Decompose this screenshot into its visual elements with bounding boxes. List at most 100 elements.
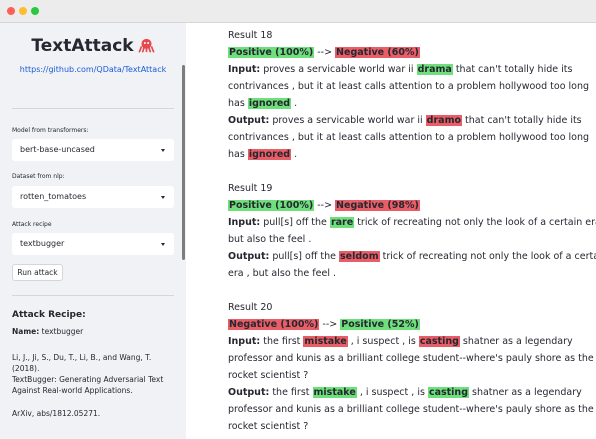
changed-word: rare — [329, 217, 355, 228]
text-span: , i suspect , is — [356, 387, 428, 398]
model-select[interactable]: bert-base-uncased — [12, 139, 174, 161]
recipe-select[interactable]: textbugger — [12, 233, 174, 255]
chevron-down-icon — [161, 149, 165, 152]
dataset-select[interactable]: rotten_tomatoes — [12, 186, 174, 208]
changed-word: casting — [427, 387, 469, 398]
result-block: Result 19 Positive (100%) --> Negative (… — [228, 180, 596, 282]
text-span: pull[s] off the — [260, 217, 330, 228]
input-text: Input: pull[s] off the rare trick of rec… — [228, 214, 596, 231]
output-label: Output: — [228, 387, 270, 398]
result-block: Result 18 Positive (100%) --> Negative (… — [228, 27, 590, 163]
text-span: . — [291, 149, 298, 160]
perturbed-label: Positive (52%) — [340, 319, 420, 330]
text-span: shatner as a legendary — [469, 387, 582, 398]
original-label: Positive (100%) — [228, 200, 315, 211]
arrow: --> — [314, 200, 336, 211]
app-title-text: TextAttack — [31, 36, 134, 56]
input-text: Input: the first mistake , i suspect , i… — [228, 333, 588, 350]
text-span: that can't totally hide its — [462, 115, 582, 126]
text-span: pull[s] off the — [269, 251, 340, 262]
attack-recipe-heading: Attack Recipe: — [12, 310, 86, 320]
sidebar-divider — [12, 295, 174, 296]
minimize-window-button[interactable] — [19, 7, 27, 15]
text-span: trick of recreating not only the look of… — [354, 217, 596, 228]
dataset-label: Dataset from nlp: — [12, 173, 65, 180]
arrow: --> — [314, 47, 336, 58]
text-span: , i suspect , is — [347, 336, 419, 347]
label-change: Positive (100%) --> Negative (60%) — [228, 44, 588, 61]
arrow: --> — [319, 319, 341, 330]
changed-word: ignored — [247, 149, 292, 160]
sidebar: TextAttack https://github.com/QData/Text… — [0, 23, 186, 439]
close-window-button[interactable] — [7, 7, 15, 15]
app-window: TextAttack https://github.com/QData/Text… — [0, 0, 596, 439]
recipe-name-label: Name: — [12, 327, 40, 336]
model-select-value: bert-base-uncased — [20, 145, 95, 154]
text-span: trick of recreating not only the look of… — [379, 251, 596, 262]
perturbed-label: Negative (60%) — [335, 47, 420, 58]
text-span: the first — [269, 387, 313, 398]
citation-line: (2018). — [12, 364, 40, 373]
input-text: professor and kunis as a brilliant colle… — [228, 353, 594, 364]
output-text: Output: proves a servicable world war ii… — [228, 112, 588, 129]
recipe-label: Attack recipe — [12, 221, 52, 228]
maximize-window-button[interactable] — [31, 7, 39, 15]
input-text: rocket scientist ? — [228, 370, 309, 381]
changed-word: mistake — [303, 336, 348, 347]
text-span: has — [228, 149, 248, 160]
octopus-icon — [137, 38, 155, 53]
title-bar — [0, 0, 596, 23]
original-label: Negative (100%) — [228, 319, 320, 330]
citation-line: TextBugger: Generating Adversarial Text — [12, 375, 164, 384]
input-label: Input: — [228, 64, 261, 75]
recipe-name: Name: textbugger — [12, 327, 83, 338]
chevron-down-icon — [161, 196, 165, 199]
output-label: Output: — [228, 251, 270, 262]
text-span: the first — [260, 336, 304, 347]
run-attack-button[interactable]: Run attack — [12, 264, 63, 281]
chevron-down-icon — [161, 243, 165, 246]
input-label: Input: — [228, 336, 261, 347]
original-label: Positive (100%) — [228, 47, 315, 58]
recipe-select-value: textbugger — [20, 239, 65, 248]
result-block: Result 20 Negative (100%) --> Positive (… — [228, 299, 594, 435]
input-text: Input: proves a servicable world war ii … — [228, 61, 588, 78]
output-text: has ignored . — [228, 146, 588, 163]
text-span: . — [291, 98, 298, 109]
output-text: Output: the first mistake , i suspect , … — [228, 384, 588, 401]
input-text: has ignored . — [228, 95, 588, 112]
text-span: proves a servicable world war ii — [260, 64, 417, 75]
input-text: contrivances , but it at least calls att… — [228, 81, 590, 92]
changed-word: drama — [416, 64, 453, 75]
text-span: proves a servicable world war ii — [269, 115, 426, 126]
text-span: shatner as a legendary — [459, 336, 573, 347]
github-link[interactable]: https://github.com/QData/TextAttack — [0, 65, 186, 74]
citation-line: Li, J., Ji, S., Du, T., Li, B., and Wang… — [12, 353, 152, 362]
output-label: Output: — [228, 115, 270, 126]
label-change: Positive (100%) --> Negative (98%) — [228, 197, 588, 214]
app-title: TextAttack — [0, 36, 186, 56]
result-title: Result 18 — [228, 30, 273, 41]
changed-word: dramo — [425, 115, 462, 126]
output-text: contrivances , but it at least calls att… — [228, 132, 590, 143]
output-text: professor and kunis as a brilliant colle… — [228, 404, 594, 415]
result-title: Result 19 — [228, 183, 273, 194]
sidebar-scrollbar[interactable] — [182, 65, 185, 260]
input-text: but also the feel . — [228, 234, 312, 245]
input-label: Input: — [228, 217, 261, 228]
model-label: Model from transformers: — [12, 127, 89, 134]
dataset-select-value: rotten_tomatoes — [20, 192, 87, 201]
perturbed-label: Negative (98%) — [335, 200, 420, 211]
sidebar-divider — [12, 108, 174, 109]
output-text: rocket scientist ? — [228, 421, 309, 432]
recipe-name-value: textbugger — [41, 327, 84, 336]
text-span: that can't totally hide its — [452, 64, 573, 75]
result-title: Result 20 — [228, 302, 273, 313]
main-content: Result 18 Positive (100%) --> Negative (… — [186, 23, 596, 439]
text-span: has — [228, 98, 248, 109]
output-text: Output: pull[s] off the seldom trick of … — [228, 248, 596, 265]
changed-word: mistake — [312, 387, 357, 398]
citation-line: ArXiv, abs/1812.05271. — [12, 409, 101, 418]
citation-line: Against Real-world Applications. — [12, 386, 133, 395]
label-change: Negative (100%) --> Positive (52%) — [228, 316, 588, 333]
